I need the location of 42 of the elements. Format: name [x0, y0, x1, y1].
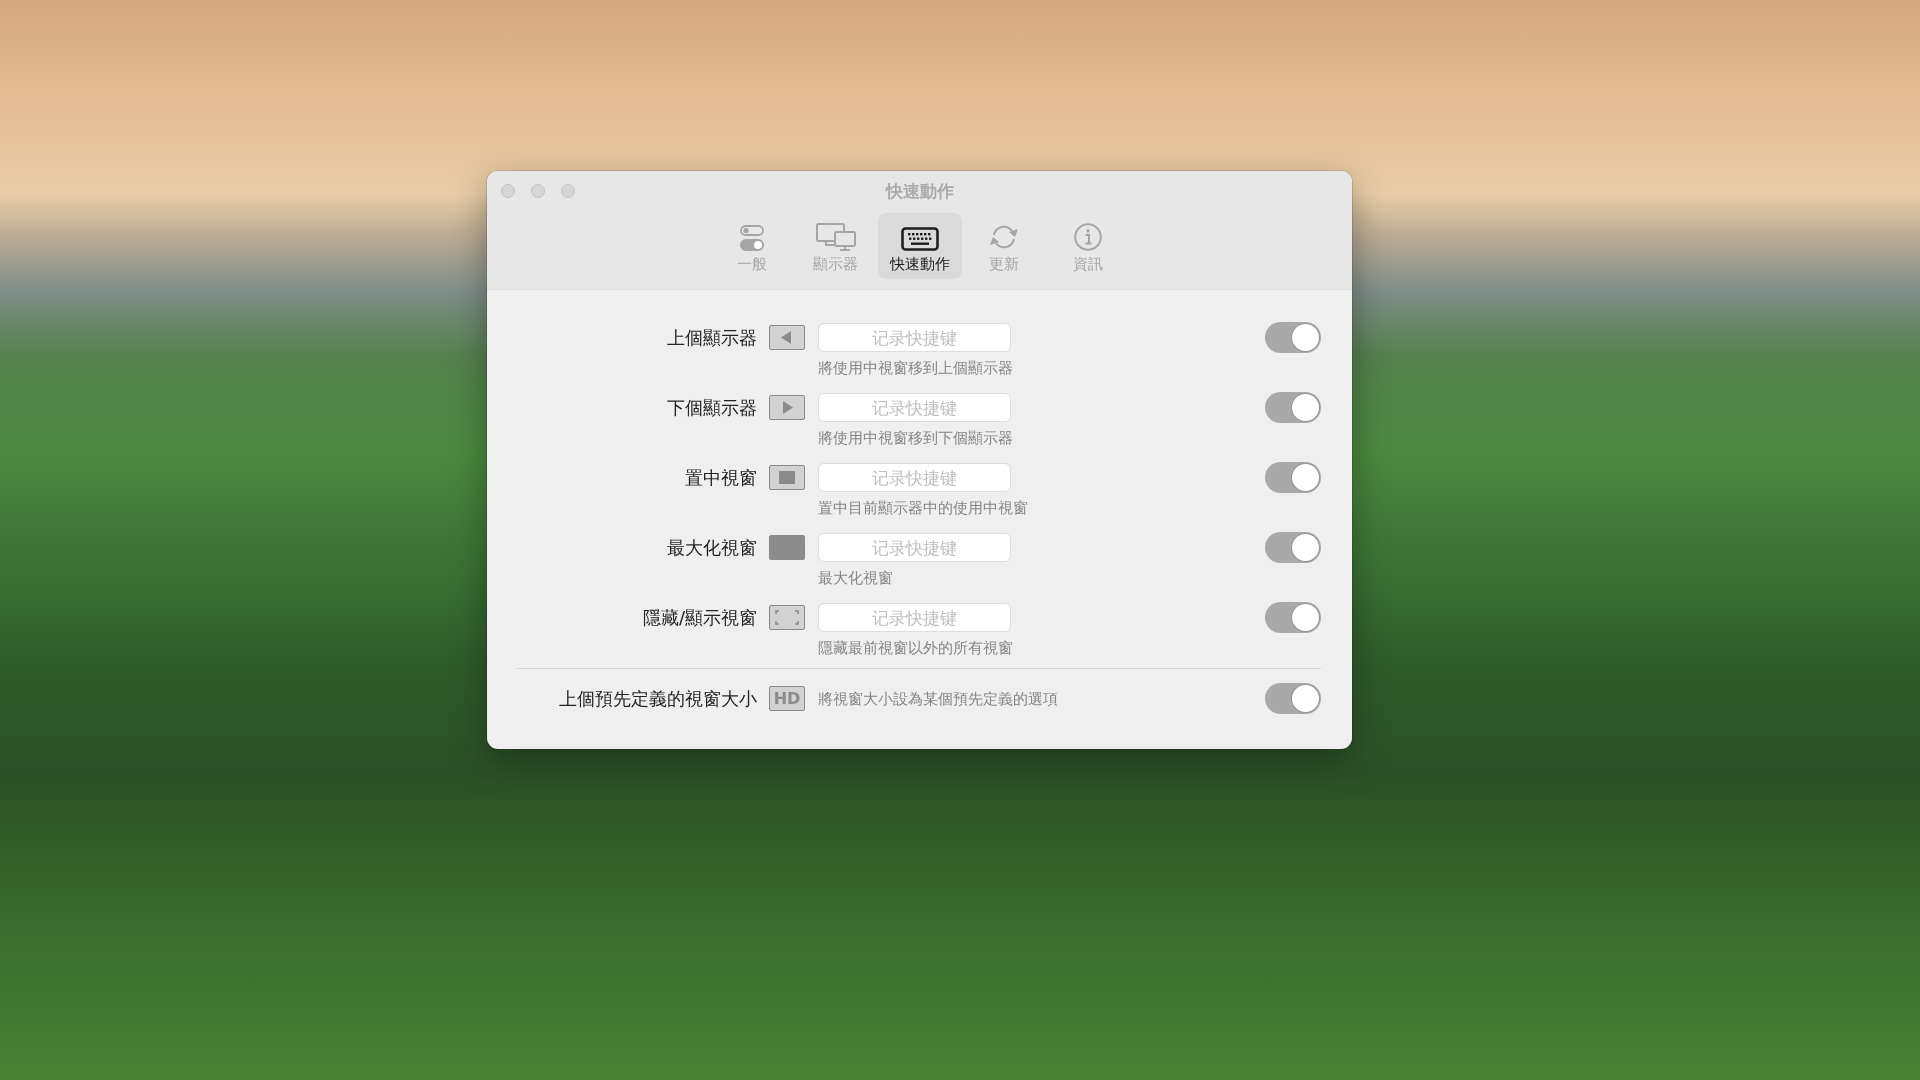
row-label: 置中視窗 [685, 465, 757, 490]
tab[interactable]: 快速動作 [877, 213, 962, 279]
filled-square-icon [769, 535, 805, 560]
description-text: 隱藏最前視窗以外的所有視窗 [818, 638, 1013, 658]
shortcut-field[interactable]: 记录快捷键 [818, 533, 1011, 562]
toggle-switch[interactable] [1265, 462, 1321, 493]
row-label: 最大化視窗 [667, 535, 757, 560]
monitors-icon [815, 223, 856, 251]
shortcut-field[interactable]: 记录快捷键 [818, 463, 1011, 492]
close-button[interactable] [501, 184, 515, 198]
window-title: 快速動作 [885, 179, 954, 203]
description-text: 將使用中視窗移到下個顯示器 [818, 428, 1013, 448]
row-label: 上個預先定義的視窗大小 [559, 686, 757, 711]
description-text: 置中目前顯示器中的使用中視窗 [818, 498, 1028, 518]
description-text: 將使用中視窗移到上個顯示器 [818, 358, 1013, 378]
row-label: 下個顯示器 [667, 395, 757, 420]
triangle-right-icon [769, 395, 805, 420]
description-text: 最大化視窗 [818, 568, 893, 588]
shortcut-field[interactable]: 记录快捷键 [818, 603, 1011, 632]
corner-brackets-icon [769, 605, 805, 630]
toggles-icon [739, 225, 764, 251]
square-icon [769, 465, 805, 490]
shortcut-field[interactable]: 记录快捷键 [818, 393, 1011, 422]
triangle-left-icon [769, 325, 805, 350]
row-label: 上個顯示器 [667, 325, 757, 350]
toggle-switch[interactable] [1265, 392, 1321, 423]
toggle-switch[interactable] [1265, 322, 1321, 353]
hd-badge: HD [769, 686, 805, 711]
keyboard-icon [900, 227, 939, 251]
tab[interactable]: 更新 [961, 213, 1046, 279]
toggle-switch[interactable] [1265, 683, 1321, 714]
refresh-icon [988, 223, 1019, 251]
toggle-switch[interactable] [1265, 532, 1321, 563]
info-icon [1073, 223, 1102, 251]
description-text: 將視窗大小設為某個預先定義的選項 [818, 688, 1058, 709]
tab[interactable]: 顯示器 [793, 213, 878, 279]
toggle-switch[interactable] [1265, 602, 1321, 633]
shortcut-field[interactable]: 记录快捷键 [818, 323, 1011, 352]
zoom-button[interactable] [561, 184, 575, 198]
minimize-button[interactable] [531, 184, 545, 198]
row-label: 隱藏/顯示視窗 [642, 605, 757, 630]
tab[interactable]: 資訊 [1045, 213, 1130, 279]
